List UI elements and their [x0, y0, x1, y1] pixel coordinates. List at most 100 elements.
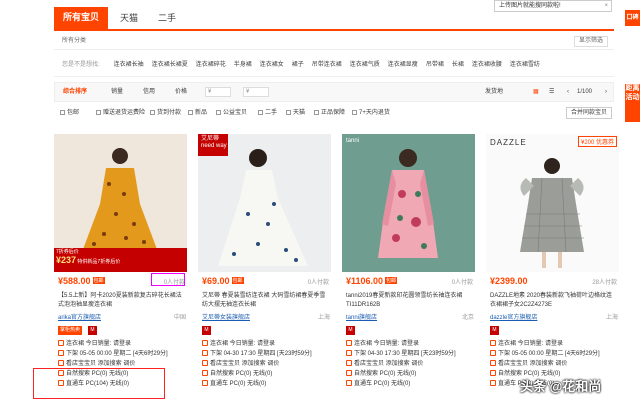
show-filter-button[interactable]: 显示筛选 [573, 36, 608, 47]
product-image[interactable]: DAZZLE ¥200 优惠券 [486, 134, 619, 272]
tmall-icon: M [88, 326, 97, 335]
filter-tmall[interactable]: 天猫 [286, 106, 305, 121]
keyword-item[interactable]: 吊带裙 [426, 53, 444, 77]
keyword-item[interactable]: 吊带连衣裙 [312, 53, 342, 77]
tmall-icon: M [490, 326, 499, 335]
through-train-line: 直通车 PC(0) 无线(0) [202, 380, 266, 388]
filter-genuine[interactable]: 正品保障 [314, 106, 345, 121]
promo-banner: 7折券后价 ¥237 特供新品7折券后价 [54, 248, 187, 272]
category-label[interactable]: 所有分类 [54, 38, 86, 44]
location: 中国 [173, 315, 186, 321]
list-view-icon[interactable]: ☰ [549, 83, 554, 101]
keyword-item[interactable]: 长裙 [452, 53, 464, 77]
shop-name[interactable]: 艾尼蒂女装旗舰店 [202, 315, 250, 321]
sort-default[interactable]: 综合排序 [63, 83, 87, 101]
delist-line: 下架 04-30 17:30 星期四 [天23时59分] [202, 350, 312, 358]
highlight-box-search [33, 368, 165, 399]
sales-line: 连衣裙 今日销量: 请登录 [58, 340, 131, 348]
sort-price[interactable]: 价格 [175, 83, 187, 101]
tools-line[interactable]: 看店宝宝贝 添加搜索 调价 [346, 360, 423, 368]
keyword-item[interactable]: 连衣裙收腰 [472, 53, 502, 77]
product-image[interactable]: 艾尼蒂 need way [198, 134, 331, 272]
tab-secondhand[interactable]: 二手 [150, 8, 184, 29]
delist-line: 下架 05-05 00:00 星期二 [4天6时29分] [58, 350, 168, 358]
tip-text: 上传图片就能搜同款啦! [499, 3, 561, 9]
coupon-badge: ¥200 优惠券 [577, 136, 617, 147]
sort-sales[interactable]: 销量 [111, 83, 123, 101]
filter-row: 包邮 赠送退货运费险 货到付款 新品 公益宝贝 二手 天猫 正品保障 7+天内退… [54, 106, 614, 121]
product-title[interactable]: 艾尼蒂 春夏装雪纺连衣裙 大码雪纺裙春夏季雪纺大摆无袖连衣长裙 [202, 292, 330, 310]
filter-secondhand[interactable]: 二手 [258, 106, 277, 121]
product-title[interactable]: 【5.5上新】阿卡2020夏装新款复古碎花长裙法式泡泡袖显瘦连衣裙 [58, 292, 186, 310]
tab-underline [54, 29, 614, 31]
next-page-icon[interactable]: › [605, 83, 607, 101]
paid-count: 28人付款 [592, 280, 617, 286]
category-bar: 所有分类 显示筛选 [54, 33, 614, 50]
sort-credit[interactable]: 信用 [143, 83, 155, 101]
hot-badge: 掌柜热卖 [58, 326, 83, 335]
shop-info: tanni旗舰店 北京 [346, 312, 474, 321]
sales-line: 连衣裙 今日销量: 请登录 [346, 340, 419, 348]
delist-line: 下架 04-30 17:30 星期四 [天23时59分] [346, 350, 456, 358]
prev-page-icon[interactable]: ‹ [567, 83, 569, 101]
location: 北京 [461, 315, 474, 321]
side-tab-activity[interactable]: 距离活动 [625, 84, 640, 122]
free-ship-tag: 包邮 [385, 277, 398, 284]
shop-info: 艾尼蒂女装旗舰店 上海 [202, 312, 330, 321]
ship-from-select[interactable]: 发货地 [485, 83, 503, 101]
shop-name[interactable]: tanni旗舰店 [346, 315, 377, 321]
natural-search-line: 自然搜索 PC(0) 无线(0) [202, 370, 272, 378]
tab-all-items[interactable]: 所有宝贝 [54, 7, 108, 29]
filter-charity[interactable]: 公益宝贝 [216, 106, 247, 121]
merge-same-items-button[interactable]: 合并同款宝贝 [565, 107, 612, 119]
keyword-item[interactable]: 连衣裙长裙夏 [152, 53, 188, 77]
brand-logo: DAZZLE [490, 138, 527, 147]
image-search-tip: 上传图片就能搜同款啦! × [494, 0, 612, 12]
product-image[interactable]: tanni [342, 134, 475, 272]
shop-info: arika官方旗舰店 中国 [58, 312, 186, 321]
product-title[interactable]: DAZZLE地素 2020春装新款飞袖荷叶边格纹连衣裙裙子女2C2Z4273E [490, 292, 618, 310]
shop-info: dazzle官方旗舰店 上海 [490, 312, 618, 321]
keyword-item[interactable]: 半身裙 [234, 53, 252, 77]
keyword-item[interactable]: 连衣裙长袖 [114, 53, 144, 77]
tools-line[interactable]: 看店宝宝贝 添加搜索 调价 [58, 360, 135, 368]
location: 上海 [605, 315, 618, 321]
keyword-item[interactable]: 连衣裙雪纺 [510, 53, 540, 77]
keyword-item[interactable]: 连衣裙气质 [350, 53, 380, 77]
tools-line[interactable]: 看店宝宝贝 添加搜索 调价 [490, 360, 567, 368]
filter-new[interactable]: 新品 [188, 106, 207, 121]
tab-tmall[interactable]: 天猫 [112, 8, 146, 29]
location: 上海 [317, 315, 330, 321]
price-to-input[interactable]: ¥ [243, 87, 269, 97]
promo-price: ¥237 [56, 255, 77, 265]
free-ship-tag: 包邮 [92, 277, 105, 284]
price: ¥69.00 包邮 [202, 276, 244, 286]
shop-name[interactable]: dazzle官方旗舰店 [490, 315, 537, 321]
filter-cod[interactable]: 货到付款 [150, 106, 181, 121]
filter-return-insurance[interactable]: 赠送退货运费险 [96, 106, 145, 121]
keyword-item[interactable]: 连衣裙碎花 [196, 53, 226, 77]
filter-free-shipping[interactable]: 包邮 [60, 106, 79, 121]
sales-line: 连衣裙 今日销量: 请登录 [490, 340, 563, 348]
product-title[interactable]: tanni2019春夏新款印花圆领雪纺长袖连衣裙TI11DR162B [346, 292, 474, 310]
shop-name[interactable]: arika官方旗舰店 [58, 315, 101, 321]
side-tab-top[interactable]: 口碑 [625, 10, 640, 26]
filter-7day-return[interactable]: 7+天内退货 [352, 106, 390, 121]
grid-view-icon[interactable]: ▦ [533, 83, 539, 101]
sales-line: 连衣裙 今日销量: 请登录 [202, 340, 275, 348]
price: ¥1106.00 包邮 [346, 276, 398, 286]
brand-logo: tanni [346, 138, 360, 144]
tmall-icon: M [202, 326, 211, 335]
close-icon[interactable]: × [604, 1, 608, 11]
through-train-line: 直通车 PC(0) 无线(0) [346, 380, 410, 388]
natural-search-line: 自然搜索 PC(0) 无线(0) [346, 370, 416, 378]
tools-line[interactable]: 看店宝宝贝 添加搜索 调价 [202, 360, 279, 368]
highlight-box-paid [151, 273, 185, 286]
promo-note: 特供新品7折券后价 [77, 259, 121, 265]
keyword-item[interactable]: 连衣裙显瘦 [388, 53, 418, 77]
free-ship-tag: 包邮 [231, 277, 244, 284]
keyword-item[interactable]: 裙子 [292, 53, 304, 77]
suggested-keywords: 您是不是想找: 连衣裙长袖 连衣裙长裙夏 连衣裙碎花 半身裙 连衣裙女 裙子 吊带连衣裙 连衣裙… [54, 53, 614, 77]
price-from-input[interactable]: ¥ [205, 87, 231, 97]
keyword-item[interactable]: 连衣裙女 [260, 53, 284, 77]
